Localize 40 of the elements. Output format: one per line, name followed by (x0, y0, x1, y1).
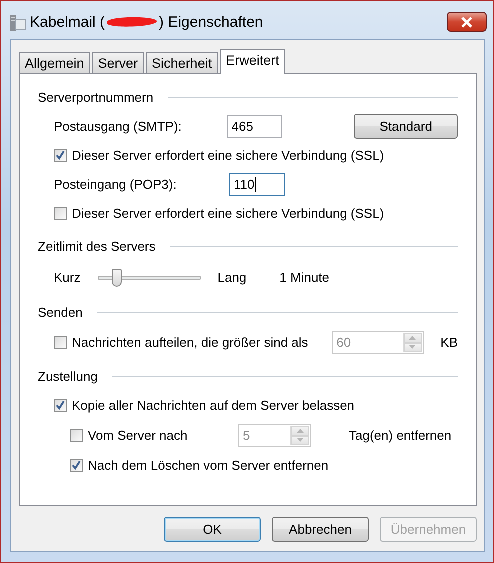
checkbox-label[interactable]: Dieser Server erfordert eine sichere Verbindung (SSL) (72, 206, 384, 221)
checkbox[interactable] (54, 149, 67, 162)
down-arrow-icon[interactable] (296, 438, 304, 442)
close-button[interactable] (447, 12, 487, 32)
port-field[interactable]: 110 (229, 173, 285, 196)
server-icon (10, 13, 26, 31)
field-label: Postausgang (SMTP): (54, 119, 183, 134)
slider-thumb[interactable] (112, 268, 122, 286)
window-title: Kabelmail ( (30, 14, 106, 30)
checkbox[interactable] (54, 399, 67, 412)
slider-value: 1 Minute (280, 270, 330, 285)
slider-label: Kurz (54, 270, 81, 285)
dialog-button[interactable]: OK (164, 517, 261, 542)
group-title: Senden (38, 304, 83, 320)
group-title: Zeitlimit des Servers (38, 238, 156, 254)
unit-label: Tag(en) entfernen (349, 428, 452, 443)
up-arrow-icon[interactable] (296, 428, 304, 433)
checkbox[interactable] (54, 207, 67, 220)
checkbox[interactable] (70, 459, 83, 472)
checkbox-label[interactable]: Kopie aller Nachrichten auf dem Server belassen (72, 398, 355, 413)
slider-label: Lang (218, 270, 247, 285)
group-title: Zustellung (38, 368, 98, 384)
dialog-button[interactable]: Abbrechen (272, 517, 369, 542)
tab[interactable]: Allgemein (19, 52, 90, 73)
unit-label: KB (440, 335, 458, 350)
down-arrow-icon[interactable] (409, 345, 416, 350)
up-arrow-icon[interactable] (409, 336, 416, 340)
tab[interactable]: Sicherheit (146, 52, 218, 73)
redaction-mark (105, 15, 160, 29)
slider-track[interactable] (98, 268, 201, 288)
field-label: Posteingang (POP3): (54, 177, 178, 192)
tab[interactable]: Erweitert (220, 49, 286, 74)
window-title: ) Eigenschaften (159, 14, 264, 30)
checkbox-label[interactable]: Dieser Server erfordert eine sichere Verbindung (SSL) (72, 148, 384, 163)
checkbox-label[interactable]: Nach dem Löschen vom Server entfernen (88, 458, 329, 473)
standard-button[interactable]: Standard (354, 114, 458, 139)
close-icon[interactable] (461, 16, 473, 28)
tab[interactable]: Server (92, 52, 144, 73)
port-field[interactable]: 465 (226, 115, 282, 138)
group-title: Serverportnummern (38, 90, 154, 104)
